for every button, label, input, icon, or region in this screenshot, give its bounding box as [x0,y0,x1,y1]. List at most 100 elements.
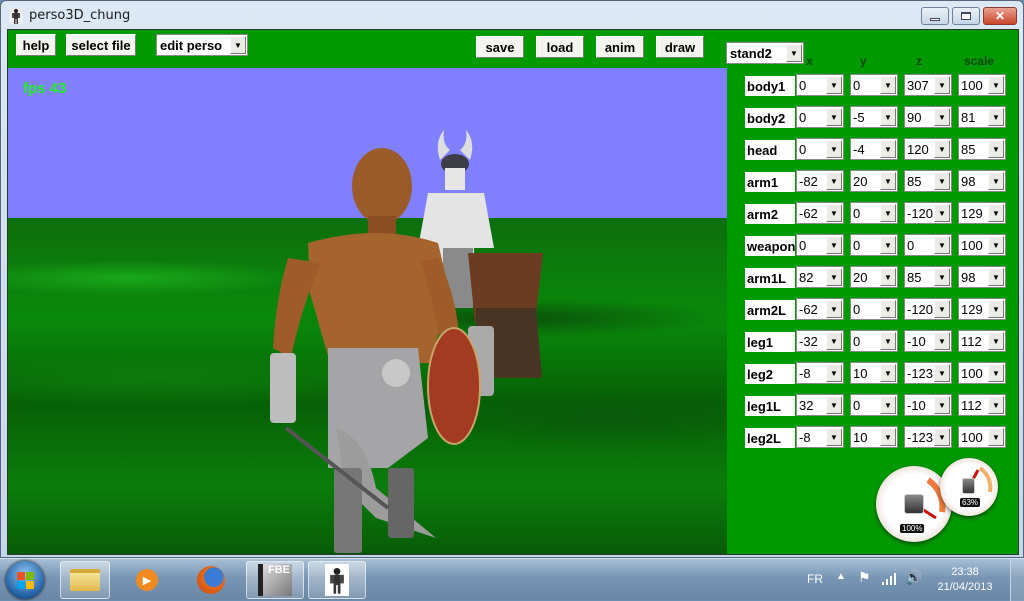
body2-scale-select[interactable]: 81 ▼ [958,106,1006,128]
maximize-button[interactable] [952,7,980,25]
taskbar-fbe[interactable]: FBE [246,561,304,599]
arm1-y-select[interactable]: 20 ▼ [850,170,898,192]
draw-button[interactable]: draw [656,36,704,58]
leg2-x-select[interactable]: -8 ▼ [796,362,844,384]
action-center-flag-icon[interactable]: ⚑ [858,569,871,586]
body1-z-select[interactable]: 307 ▼ [904,74,952,96]
chevron-down-icon[interactable]: ▼ [880,332,896,350]
leg1-scale-select[interactable]: 112 ▼ [958,330,1006,352]
chevron-down-icon[interactable]: ▼ [880,76,896,94]
arm1L-y-select[interactable]: 20 ▼ [850,266,898,288]
chevron-down-icon[interactable]: ▼ [988,364,1004,382]
chevron-down-icon[interactable]: ▼ [880,428,896,446]
chevron-down-icon[interactable]: ▼ [230,36,246,54]
taskbar-perso3d[interactable] [308,561,366,599]
chevron-down-icon[interactable]: ▼ [934,428,950,446]
chevron-down-icon[interactable]: ▼ [880,140,896,158]
arm2L-scale-select[interactable]: 129 ▼ [958,298,1006,320]
chevron-down-icon[interactable]: ▼ [786,44,802,62]
chevron-down-icon[interactable]: ▼ [880,300,896,318]
taskbar-explorer[interactable] [60,561,110,599]
arm1-z-select[interactable]: 85 ▼ [904,170,952,192]
load-button[interactable]: load [536,36,584,58]
chevron-down-icon[interactable]: ▼ [934,300,950,318]
chevron-down-icon[interactable]: ▼ [880,236,896,254]
chevron-down-icon[interactable]: ▼ [988,300,1004,318]
taskbar-firefox[interactable] [186,561,236,599]
weapon-z-select[interactable]: 0 ▼ [904,234,952,256]
leg1L-scale-select[interactable]: 112 ▼ [958,394,1006,416]
chevron-down-icon[interactable]: ▼ [826,428,842,446]
arm2-y-select[interactable]: 0 ▼ [850,202,898,224]
chevron-down-icon[interactable]: ▼ [826,300,842,318]
chevron-down-icon[interactable]: ▼ [826,140,842,158]
chevron-down-icon[interactable]: ▼ [988,268,1004,286]
weapon-y-select[interactable]: 0 ▼ [850,234,898,256]
arm2L-x-select[interactable]: -62 ▼ [796,298,844,320]
chevron-down-icon[interactable]: ▼ [988,108,1004,126]
language-indicator[interactable]: FR [807,572,823,586]
leg2L-y-select[interactable]: 10 ▼ [850,426,898,448]
arm2-scale-select[interactable]: 129 ▼ [958,202,1006,224]
animation-select[interactable]: stand2 ▼ [726,42,804,64]
arm1L-x-select[interactable]: 82 ▼ [796,266,844,288]
close-button[interactable]: ✕ [983,7,1017,25]
head-scale-select[interactable]: 85 ▼ [958,138,1006,160]
body1-x-select[interactable]: 0 ▼ [796,74,844,96]
chevron-down-icon[interactable]: ▼ [988,236,1004,254]
arm1-scale-select[interactable]: 98 ▼ [958,170,1006,192]
leg1L-x-select[interactable]: 32 ▼ [796,394,844,416]
leg1-x-select[interactable]: -32 ▼ [796,330,844,352]
chevron-down-icon[interactable]: ▼ [934,108,950,126]
chevron-down-icon[interactable]: ▼ [988,396,1004,414]
chevron-down-icon[interactable]: ▼ [880,204,896,222]
anim-button[interactable]: anim [596,36,644,58]
chevron-down-icon[interactable]: ▼ [826,396,842,414]
chevron-down-icon[interactable]: ▼ [826,108,842,126]
arm2-z-select[interactable]: -120 ▼ [904,202,952,224]
leg2L-x-select[interactable]: -8 ▼ [796,426,844,448]
chevron-down-icon[interactable]: ▼ [988,172,1004,190]
chevron-down-icon[interactable]: ▼ [826,268,842,286]
chevron-down-icon[interactable]: ▼ [826,204,842,222]
save-button[interactable]: save [476,36,524,58]
chevron-down-icon[interactable]: ▼ [934,364,950,382]
arm2L-z-select[interactable]: -120 ▼ [904,298,952,320]
chevron-down-icon[interactable]: ▼ [826,236,842,254]
help-button[interactable]: help [16,34,56,56]
leg2-z-select[interactable]: -123 ▼ [904,362,952,384]
chevron-down-icon[interactable]: ▼ [934,236,950,254]
volume-icon[interactable]: 🔊 [905,569,922,586]
leg2-scale-select[interactable]: 100 ▼ [958,362,1006,384]
head-z-select[interactable]: 120 ▼ [904,138,952,160]
3d-viewport[interactable]: fps 43 [8,68,727,554]
chevron-down-icon[interactable]: ▼ [988,332,1004,350]
chevron-down-icon[interactable]: ▼ [988,204,1004,222]
leg2L-z-select[interactable]: -123 ▼ [904,426,952,448]
start-button[interactable] [6,561,44,599]
chevron-down-icon[interactable]: ▼ [934,268,950,286]
chevron-down-icon[interactable]: ▼ [880,396,896,414]
body2-z-select[interactable]: 90 ▼ [904,106,952,128]
chevron-down-icon[interactable]: ▼ [988,140,1004,158]
leg2L-scale-select[interactable]: 100 ▼ [958,426,1006,448]
select-file-button[interactable]: select file [66,34,136,56]
chevron-down-icon[interactable]: ▼ [826,76,842,94]
arm2L-y-select[interactable]: 0 ▼ [850,298,898,320]
show-hidden-icon[interactable]: ▲ [836,571,846,582]
arm2-x-select[interactable]: -62 ▼ [796,202,844,224]
chevron-down-icon[interactable]: ▼ [880,364,896,382]
chevron-down-icon[interactable]: ▼ [826,332,842,350]
arm1L-z-select[interactable]: 85 ▼ [904,266,952,288]
chevron-down-icon[interactable]: ▼ [826,172,842,190]
network-signal-icon[interactable] [882,573,898,588]
title-bar[interactable]: perso3D_chung ✕ [1,1,1023,31]
minimize-button[interactable] [921,7,949,25]
arm1L-scale-select[interactable]: 98 ▼ [958,266,1006,288]
weapon-scale-select[interactable]: 100 ▼ [958,234,1006,256]
chevron-down-icon[interactable]: ▼ [934,140,950,158]
leg1-z-select[interactable]: -10 ▼ [904,330,952,352]
chevron-down-icon[interactable]: ▼ [826,364,842,382]
show-desktop-button[interactable] [1010,559,1024,601]
chevron-down-icon[interactable]: ▼ [988,76,1004,94]
